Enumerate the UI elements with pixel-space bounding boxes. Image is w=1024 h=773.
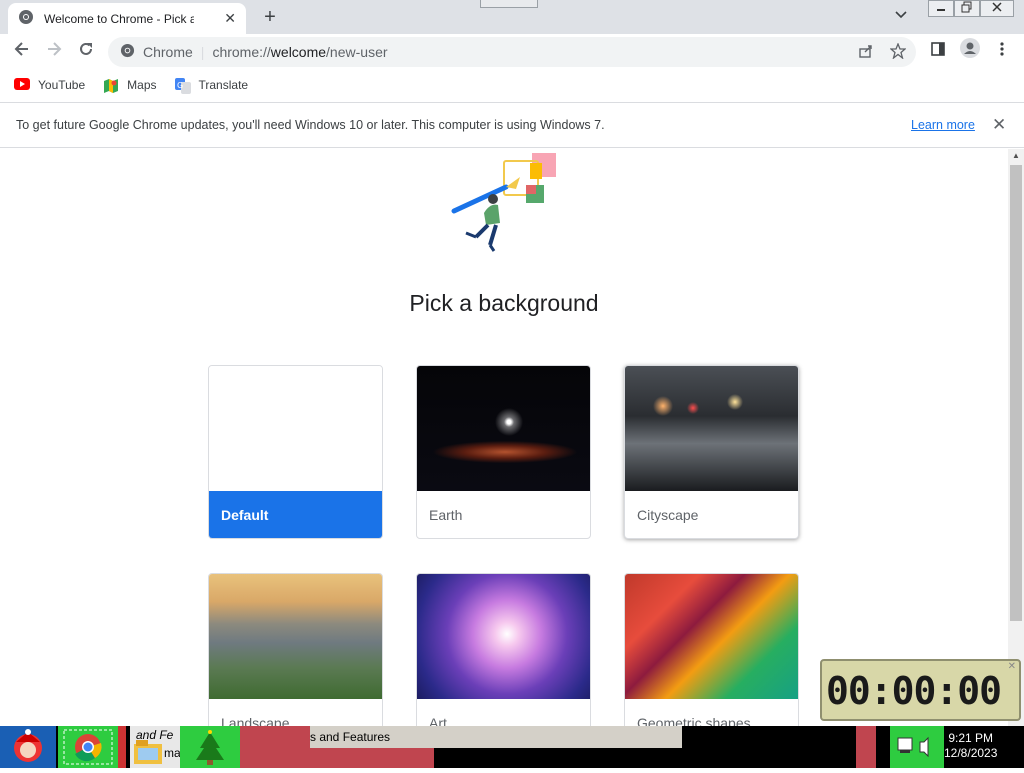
window-close-button[interactable] (980, 0, 1014, 17)
timer-close-button[interactable]: ✕ (1008, 661, 1016, 672)
bookmarks-bar: YouTube Maps G Translate (0, 70, 1024, 100)
background-card-landscape[interactable]: Landscape (208, 573, 383, 726)
card-label: Landscape (221, 715, 290, 726)
infobar-message: To get future Google Chrome updates, you… (16, 118, 605, 132)
start-button[interactable] (0, 726, 56, 768)
scroll-up-icon[interactable]: ▲ (1008, 149, 1024, 163)
svg-text:G: G (177, 81, 183, 90)
tab-search-dropdown-icon[interactable] (895, 8, 907, 22)
tab-title: Welcome to Chrome - Pick a bac (44, 11, 194, 26)
bookmark-youtube[interactable]: YouTube (14, 78, 85, 92)
earth-thumbnail (417, 366, 590, 491)
omnibox-chip: Chrome (143, 44, 193, 60)
tab-welcome[interactable]: Welcome to Chrome - Pick a bac ✕ (8, 3, 246, 34)
taskbar-window-fragment[interactable]: and Fe mas (130, 726, 187, 768)
background-card-cityscape[interactable]: Cityscape (624, 365, 799, 539)
cityscape-thumbnail (625, 366, 798, 491)
translate-icon: G (174, 78, 191, 94)
background-card-earth[interactable]: Earth (416, 365, 591, 539)
geometric-shapes-thumbnail (625, 574, 798, 699)
address-bar[interactable]: Chrome | chrome://welcome/new-user (108, 37, 916, 67)
landscape-thumbnail (209, 574, 382, 699)
tab-strip: Welcome to Chrome - Pick a bac ✕ + (0, 0, 1024, 34)
card-label: Geometric shapes (637, 715, 751, 726)
scrollbar-thumb[interactable] (1010, 165, 1022, 621)
taskbar-tree-app[interactable] (180, 726, 240, 768)
page-title: Pick a background (409, 290, 599, 316)
share-icon[interactable] (858, 43, 874, 63)
tab-close-button[interactable]: ✕ (224, 10, 236, 27)
card-label: Default (209, 491, 382, 538)
side-panel-icon[interactable] (924, 38, 952, 66)
card-label: Earth (429, 507, 463, 523)
browser-toolbar: Chrome | chrome://welcome/new-user (0, 34, 1024, 70)
profile-avatar-icon[interactable] (956, 38, 984, 66)
taskbar-app-red[interactable] (240, 726, 310, 768)
update-infobar: To get future Google Chrome updates, you… (0, 102, 1024, 148)
system-tray[interactable] (890, 726, 944, 768)
youtube-icon (14, 78, 30, 92)
forward-button[interactable] (40, 38, 68, 66)
system-clock[interactable]: 9:21 PM 12/8/2023 (944, 731, 997, 761)
timer-widget[interactable]: 00:00:00 ✕ (820, 659, 1021, 721)
reload-button[interactable] (72, 38, 100, 66)
card-label: Art (429, 715, 447, 726)
url-text[interactable]: chrome://welcome/new-user (212, 44, 387, 60)
bookmark-translate[interactable]: G Translate (174, 78, 248, 94)
art-thumbnail (417, 574, 590, 699)
taskbar-programs-and-features[interactable]: s and Features (310, 726, 682, 748)
new-tab-button[interactable]: + (256, 4, 284, 30)
page-scrollbar[interactable]: ▲ (1008, 149, 1024, 726)
maps-icon (103, 78, 119, 93)
welcome-page: Pick a background Default Earth Cityscap… (0, 149, 1008, 726)
timer-display: 00:00:00 (826, 669, 1002, 713)
card-label: Cityscape (637, 507, 699, 523)
learn-more-link[interactable]: Learn more (911, 118, 975, 132)
taskbar-chrome[interactable] (58, 726, 118, 768)
taskbar-strip (118, 726, 126, 768)
menu-kebab-icon[interactable] (988, 38, 1016, 66)
background-card-art[interactable]: Art (416, 573, 591, 726)
background-card-default[interactable]: Default (208, 365, 383, 539)
back-button[interactable] (8, 38, 36, 66)
restore-button[interactable] (954, 0, 980, 17)
background-card-geometric-shapes[interactable]: Geometric shapes (624, 573, 799, 726)
chrome-favicon-icon (18, 9, 34, 28)
painter-illustration (446, 153, 562, 257)
default-thumbnail (209, 366, 382, 491)
taskbar-app-red-2[interactable] (310, 748, 434, 768)
bookmark-star-icon[interactable] (889, 42, 907, 63)
bookmark-maps[interactable]: Maps (103, 78, 157, 93)
infobar-close-button[interactable]: ✕ (992, 115, 1006, 135)
chrome-icon (120, 43, 135, 61)
window-drag-handle[interactable] (480, 0, 538, 8)
omnibox-separator: | (200, 44, 205, 60)
taskbar: and Fe mas s and Features 9:21 PM 12/8/2… (0, 726, 1024, 768)
taskbar-tray-strip (856, 726, 876, 768)
minimize-button[interactable] (928, 0, 954, 17)
